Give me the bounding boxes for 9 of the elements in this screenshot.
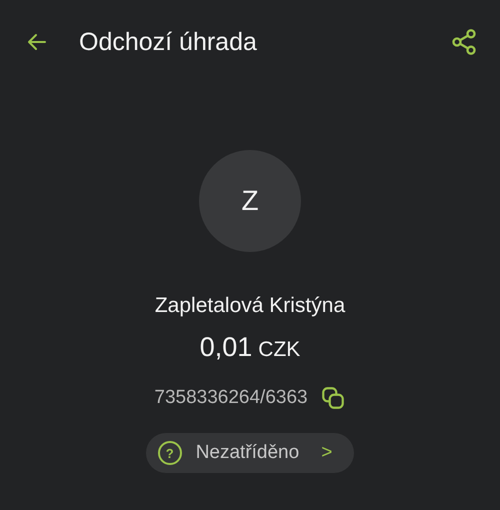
amount-currency: CZK [258, 338, 300, 362]
share-icon[interactable] [450, 28, 478, 56]
recipient-name: Zapletalová Kristýna [154, 294, 346, 318]
avatar: Z [199, 150, 301, 252]
amount-value: 0,01 [200, 332, 252, 363]
account-number: 7358336264/6363 [154, 387, 308, 409]
screen-title: Odchozí úhrada [79, 28, 258, 56]
copy-icon[interactable] [320, 385, 346, 411]
category-chip[interactable]: ? Nezatříděno > [146, 433, 354, 473]
